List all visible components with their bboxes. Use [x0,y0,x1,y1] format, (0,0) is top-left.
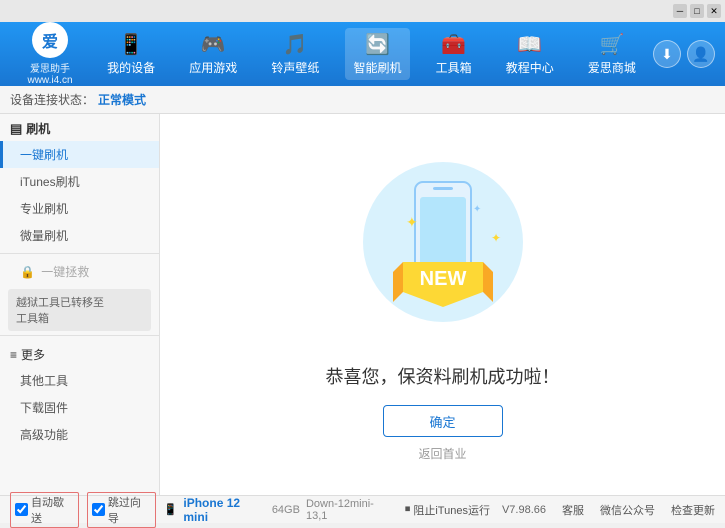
header-right: ⬇ 👤 [653,40,715,68]
stop-itunes[interactable]: ⏹ 阻止iTunes运行 [405,502,490,518]
apps-games-icon: 🎮 [201,32,226,57]
nav-ringtones-label: 铃声壁纸 [271,59,319,76]
success-illustration: NEW ✦ ✦ ✦ [343,147,543,347]
device-model: Down-12mini-13,1 [306,498,393,522]
logo-sub: www.i4.cn [27,75,72,86]
sidebar-micro-flash[interactable]: 微量刷机 [0,222,159,249]
svg-text:✦: ✦ [406,214,418,230]
device-name: iPhone 12 mini [183,496,265,524]
main-layout: ▤ 刷机 一键刷机 iTunes刷机 专业刷机 微量刷机 🔒 一键拯救 越狱工具… [0,114,725,495]
stop-itunes-label: 阻止iTunes运行 [413,502,490,518]
minimize-button[interactable]: ─ [673,4,687,18]
version-label: V7.98.66 [502,504,546,516]
sidebar-one-key-rescue: 🔒 一键拯救 [0,258,159,285]
shop-icon: 🛒 [599,32,624,57]
device-storage: 64GB [272,504,300,516]
sidebar-pro-flash[interactable]: 专业刷机 [0,195,159,222]
skip-guide-input[interactable] [92,503,105,516]
success-text: 恭喜您，保资料刷机成功啦！ [326,363,560,389]
svg-text:NEW: NEW [419,268,466,290]
nav-my-device-label: 我的设备 [107,59,155,76]
nav-smart-flash[interactable]: 🔄 智能刷机 [345,28,409,80]
nav-toolbox-label: 工具箱 [436,59,472,76]
maximize-button[interactable]: □ [690,4,704,18]
stop-icon: ⏹ [405,503,411,516]
title-bar: ─ □ ✕ [0,0,725,22]
nav-shop[interactable]: 🛒 爱思商城 [580,28,644,80]
more-section-label: 更多 [21,346,45,363]
service-link[interactable]: 客服 [562,502,584,518]
nav-ringtones[interactable]: 🎵 铃声壁纸 [263,28,327,80]
skip-guide-label: 跳过向导 [108,494,151,526]
more-section-title: ≡ 更多 [0,340,159,367]
svg-text:✦: ✦ [473,204,481,215]
logo: 爱 爱思助手 www.i4.cn [10,22,90,86]
sidebar-one-key-flash[interactable]: 一键刷机 [0,141,159,168]
status-value: 正常模式 [98,91,146,108]
nav-shop-label: 爱思商城 [588,59,636,76]
header: 爱 爱思助手 www.i4.cn 📱 我的设备 🎮 应用游戏 🎵 铃声壁纸 🔄 … [0,22,725,86]
confirm-button[interactable]: 确定 [383,405,503,437]
device-info: 📱 iPhone 12 mini 64GB Down-12mini-13,1 [164,496,393,524]
sidebar-download-firmware[interactable]: 下载固件 [0,394,159,421]
tutorial-icon: 📖 [517,32,542,57]
nav-my-device[interactable]: 📱 我的设备 [99,28,163,80]
bottom-left: 自动歇送 跳过向导 📱 iPhone 12 mini 64GB Down-12m… [10,492,393,528]
nav-tutorial-label: 教程中心 [506,59,554,76]
jailbreak-notice: 越狱工具已转移至工具箱 [8,289,151,331]
svg-text:✦: ✦ [491,231,501,245]
logo-text: 爱思助手 [30,60,70,75]
more-section-icon: ≡ [10,348,17,362]
flash-section-icon: ▤ [10,121,22,137]
user-button[interactable]: 👤 [687,40,715,68]
auto-start-input[interactable] [15,503,28,516]
return-home-link[interactable]: 返回首业 [418,445,466,462]
sidebar: ▤ 刷机 一键刷机 iTunes刷机 专业刷机 微量刷机 🔒 一键拯救 越狱工具… [0,114,160,495]
close-button[interactable]: ✕ [707,4,721,18]
device-phone-icon: 📱 [164,503,178,516]
auto-start-checkbox[interactable]: 自动歇送 [10,492,79,528]
bottom-right: V7.98.66 客服 微信公众号 检查更新 [502,502,715,518]
download-button[interactable]: ⬇ [653,40,681,68]
status-label: 设备连接状态： [10,91,94,108]
skip-guide-checkbox[interactable]: 跳过向导 [87,492,156,528]
smart-flash-icon: 🔄 [365,32,390,57]
flash-section-title: ▤ 刷机 [0,114,159,141]
my-device-icon: 📱 [119,32,144,57]
auto-start-label: 自动歇送 [31,494,74,526]
wechat-link[interactable]: 微信公众号 [600,502,655,518]
flash-section-label: 刷机 [26,120,50,137]
sidebar-other-tools[interactable]: 其他工具 [0,367,159,394]
nav-bar: 📱 我的设备 🎮 应用游戏 🎵 铃声壁纸 🔄 智能刷机 🧰 工具箱 📖 教程中心… [90,28,653,80]
nav-toolbox[interactable]: 🧰 工具箱 [428,28,480,80]
ringtones-icon: 🎵 [283,32,308,57]
sidebar-advanced[interactable]: 高级功能 [0,421,159,448]
toolbox-icon: 🧰 [441,32,466,57]
nav-apps-games[interactable]: 🎮 应用游戏 [181,28,245,80]
check-update-link[interactable]: 检查更新 [671,502,715,518]
content-area: NEW ✦ ✦ ✦ 恭喜您，保资料刷机成功啦！ 确定 返回首业 [160,114,725,495]
nav-smart-flash-label: 智能刷机 [353,59,401,76]
sidebar-divider-2 [0,335,159,336]
nav-apps-games-label: 应用游戏 [189,59,237,76]
sidebar-itunes-flash[interactable]: iTunes刷机 [0,168,159,195]
bottom-bar: 自动歇送 跳过向导 📱 iPhone 12 mini 64GB Down-12m… [0,495,725,523]
logo-icon: 爱 [32,22,68,58]
sidebar-divider-1 [0,253,159,254]
status-bar: 设备连接状态： 正常模式 [0,86,725,114]
nav-tutorial[interactable]: 📖 教程中心 [498,28,562,80]
